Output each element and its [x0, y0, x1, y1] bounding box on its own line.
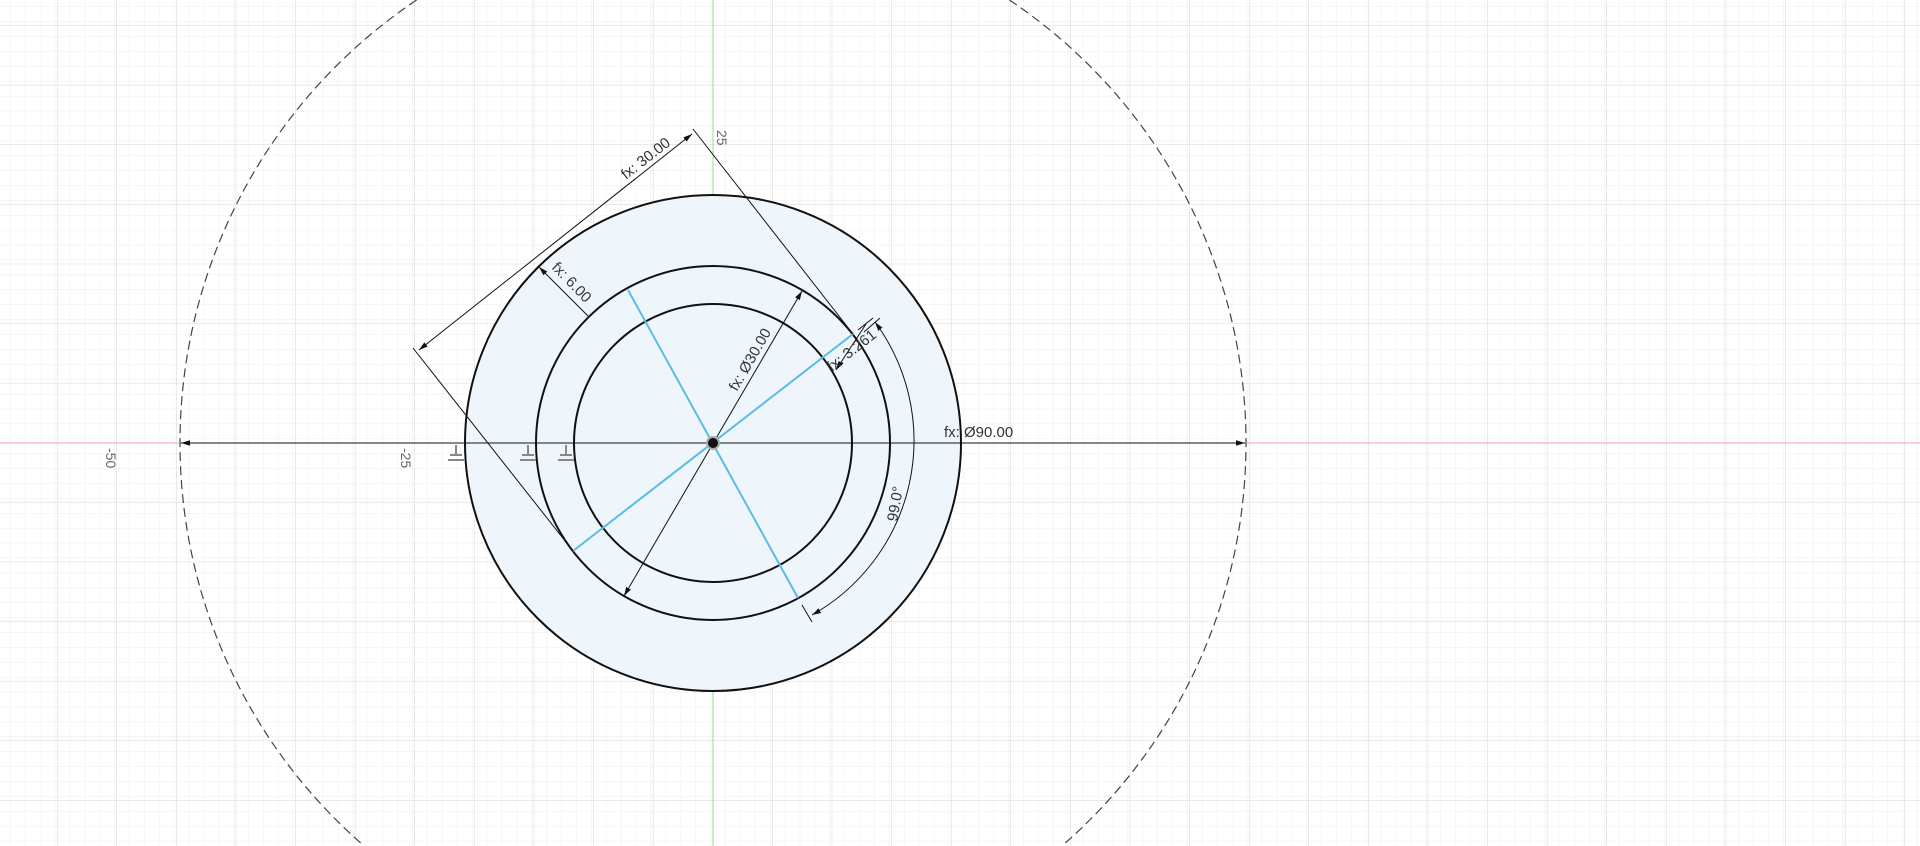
origin-point[interactable]: [706, 436, 720, 450]
dimension-label-diameter-90[interactable]: fx: Ø90.00: [944, 424, 1013, 441]
axis-label-y-25: 25: [714, 130, 730, 146]
sketch-canvas[interactable]: fx: Ø90.00 fx: 30.00 fx: 6.00 fx: Ø30.00…: [0, 0, 1920, 846]
axis-label-x-neg25: -25: [398, 448, 414, 468]
axis-label-x-neg50: -50: [103, 448, 119, 468]
